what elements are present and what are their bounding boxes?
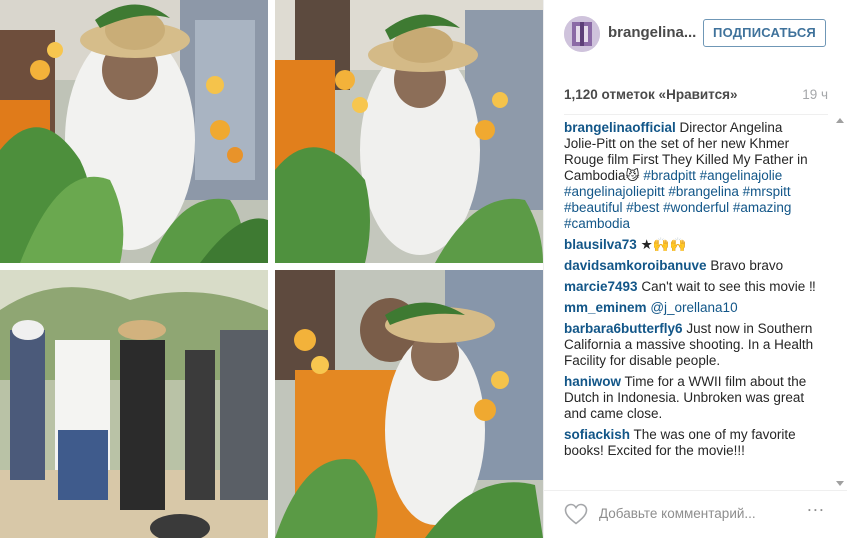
photo-tile-2 bbox=[275, 0, 543, 263]
comment-username[interactable]: mm_eminem bbox=[564, 300, 647, 315]
caption-username[interactable]: brangelinaofficial bbox=[564, 120, 676, 135]
photo-tile-1 bbox=[0, 0, 268, 263]
comment-item: sofiackish The was one of my favorite bo… bbox=[564, 427, 818, 459]
comment-username[interactable]: blausilva73 bbox=[564, 237, 637, 252]
more-options-icon[interactable]: ∙∙∙ bbox=[802, 500, 830, 520]
comment-item: marcie7493 Can't wait to see this movie … bbox=[564, 279, 818, 295]
comment-text: ★🙌🙌 bbox=[640, 237, 687, 252]
likes-row: 1,120 отметок «Нравится» 19 ч bbox=[564, 86, 828, 108]
username-link[interactable]: brangelina... bbox=[608, 24, 696, 41]
timestamp[interactable]: 19 ч bbox=[802, 87, 828, 102]
scroll-down-icon[interactable] bbox=[836, 481, 844, 486]
comment-username[interactable]: marcie7493 bbox=[564, 279, 638, 294]
comment-input[interactable] bbox=[599, 502, 799, 524]
scroll-up-icon[interactable] bbox=[836, 118, 844, 123]
comments-scrollbar[interactable] bbox=[835, 118, 845, 486]
comment-item: barbara6butterfly6 Just now in Southern … bbox=[564, 321, 818, 369]
comments-list[interactable]: brangelinaofficial Director Angelina Jol… bbox=[564, 120, 818, 488]
post-header: brangelina... ПОДПИСАТЬСЯ bbox=[544, 0, 847, 68]
photo-tile-4 bbox=[275, 270, 543, 538]
heart-icon[interactable] bbox=[564, 503, 588, 525]
follow-button[interactable]: ПОДПИСАТЬСЯ bbox=[703, 19, 826, 47]
comment-username[interactable]: sofiackish bbox=[564, 427, 630, 442]
comment-text: Can't wait to see this movie ‼ bbox=[641, 279, 816, 294]
post-photo[interactable] bbox=[0, 0, 543, 538]
comment-item: haniwow Time for a WWII film about the D… bbox=[564, 374, 818, 422]
photo-tile-3 bbox=[0, 270, 268, 538]
comment-item: blausilva73 ★🙌🙌 bbox=[564, 237, 818, 253]
likes-count[interactable]: 1,120 отметок «Нравится» bbox=[564, 87, 738, 102]
comment-item: mm_eminem @j_orellana10 bbox=[564, 300, 818, 316]
divider bbox=[564, 114, 828, 115]
caption: brangelinaofficial Director Angelina Jol… bbox=[564, 120, 818, 232]
post-side-panel: brangelina... ПОДПИСАТЬСЯ 1,120 отметок … bbox=[543, 0, 847, 538]
comment-item: davidsamkoroibanuve Bravo bravo bbox=[564, 258, 818, 274]
avatar[interactable] bbox=[564, 16, 600, 52]
comment-bar: ∙∙∙ bbox=[544, 490, 847, 538]
comment-mention[interactable]: @j_orellana10 bbox=[650, 300, 737, 315]
comment-username[interactable]: davidsamkoroibanuve bbox=[564, 258, 707, 273]
comment-username[interactable]: barbara6butterfly6 bbox=[564, 321, 683, 336]
comment-username[interactable]: haniwow bbox=[564, 374, 621, 389]
comment-text: Bravo bravo bbox=[710, 258, 784, 273]
